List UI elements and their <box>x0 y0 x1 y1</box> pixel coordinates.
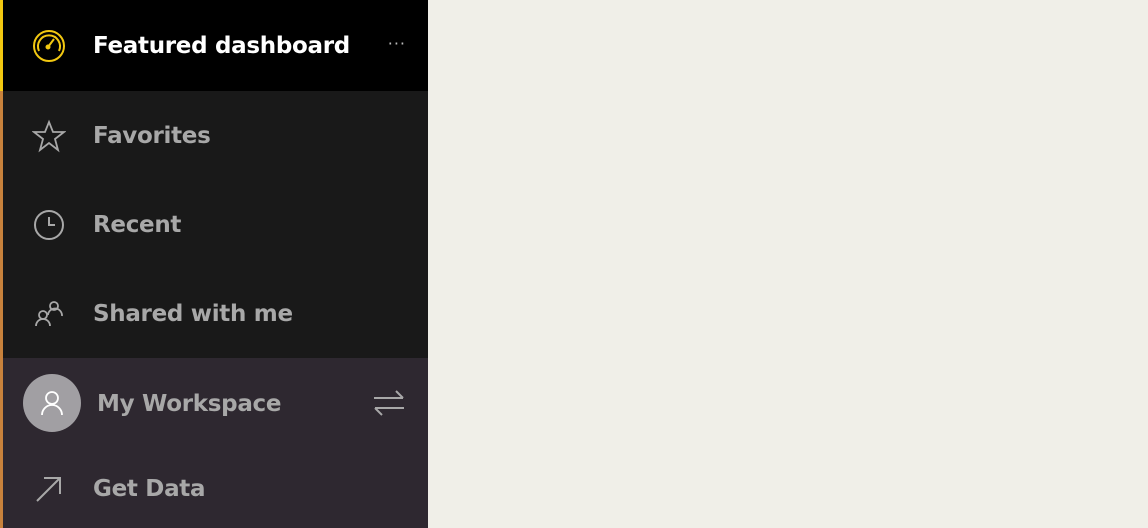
sidebar-item-label: Get Data <box>93 476 206 502</box>
sidebar-item-label: My Workspace <box>97 391 282 417</box>
main-content <box>428 0 1148 528</box>
sidebar-item-label: Favorites <box>93 122 211 149</box>
sidebar-item-get-data[interactable]: Get Data <box>3 450 428 528</box>
sidebar-item-my-workspace[interactable]: My Workspace <box>3 358 428 450</box>
arrow-up-right-icon <box>31 471 67 507</box>
sidebar-item-label: Featured dashboard <box>93 32 350 59</box>
sidebar-item-recent[interactable]: Recent <box>3 180 428 269</box>
star-icon <box>31 118 67 154</box>
sidebar-item-label: Shared with me <box>93 300 293 327</box>
people-icon <box>31 296 67 332</box>
more-options-button[interactable]: ··· <box>388 34 406 53</box>
swap-icon[interactable] <box>372 388 406 422</box>
sidebar-item-shared-with-me[interactable]: Shared with me <box>3 269 428 358</box>
sidebar: Featured dashboard ··· Favorites Recent … <box>0 0 428 528</box>
gauge-icon <box>31 28 67 64</box>
clock-icon <box>31 207 67 243</box>
sidebar-item-label: Recent <box>93 211 182 238</box>
sidebar-item-favorites[interactable]: Favorites <box>3 91 428 180</box>
sidebar-item-featured-dashboard[interactable]: Featured dashboard ··· <box>0 0 428 91</box>
avatar-icon <box>23 374 81 432</box>
